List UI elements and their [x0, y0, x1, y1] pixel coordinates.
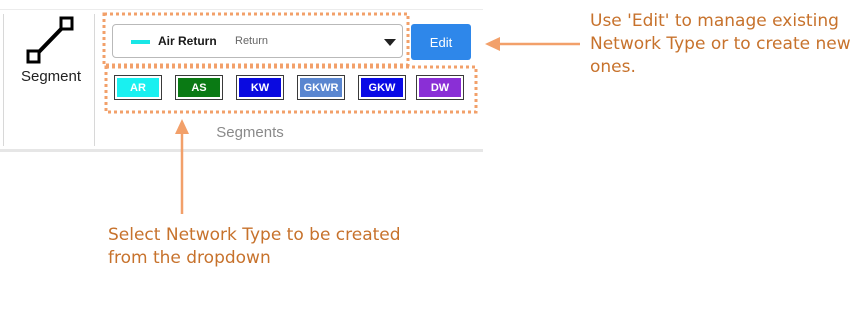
quick-type-ar-button[interactable]: AR	[114, 75, 162, 100]
chevron-down-icon[interactable]	[384, 39, 396, 46]
segment-line-icon	[26, 16, 74, 64]
quick-type-label: KW	[239, 78, 281, 97]
network-type-selected-label: Air Return	[158, 34, 217, 48]
quick-type-as-button[interactable]: AS	[175, 75, 223, 100]
ribbon-panel: Segment Air Return Return Edit AR AS KW GKW…	[0, 0, 483, 152]
edit-network-type-button[interactable]: Edit	[411, 24, 471, 60]
edit-callout-text: Use 'Edit' to manage existing Network Ty…	[590, 11, 851, 77]
ribbon-left-divider	[3, 14, 4, 146]
quick-type-label: DW	[419, 78, 461, 97]
network-type-color-swatch	[131, 40, 150, 44]
quick-type-label: AS	[178, 78, 220, 97]
ribbon-top-border	[0, 9, 483, 10]
quick-type-label: GKW	[361, 78, 403, 97]
ribbon-group-label: Segments	[216, 124, 284, 141]
ribbon-bottom-border	[0, 149, 483, 152]
ribbon-group-divider	[94, 14, 95, 146]
quick-type-dw-button[interactable]: DW	[416, 75, 464, 100]
network-type-selected-sublabel: Return	[235, 35, 269, 47]
edit-callout-arrowhead	[485, 37, 500, 51]
quick-type-gkw-button[interactable]: GKW	[358, 75, 406, 100]
segment-tool-label: Segment	[20, 68, 82, 85]
quick-type-label: GKWR	[300, 78, 342, 97]
network-type-dropdown[interactable]: Air Return Return	[112, 24, 403, 58]
quick-type-kw-button[interactable]: KW	[236, 75, 284, 100]
quick-type-gkwr-button[interactable]: GKWR	[297, 75, 345, 100]
dropdown-callout-text: Select Network Type to be created from t…	[108, 225, 401, 268]
quick-type-label: AR	[117, 78, 159, 97]
